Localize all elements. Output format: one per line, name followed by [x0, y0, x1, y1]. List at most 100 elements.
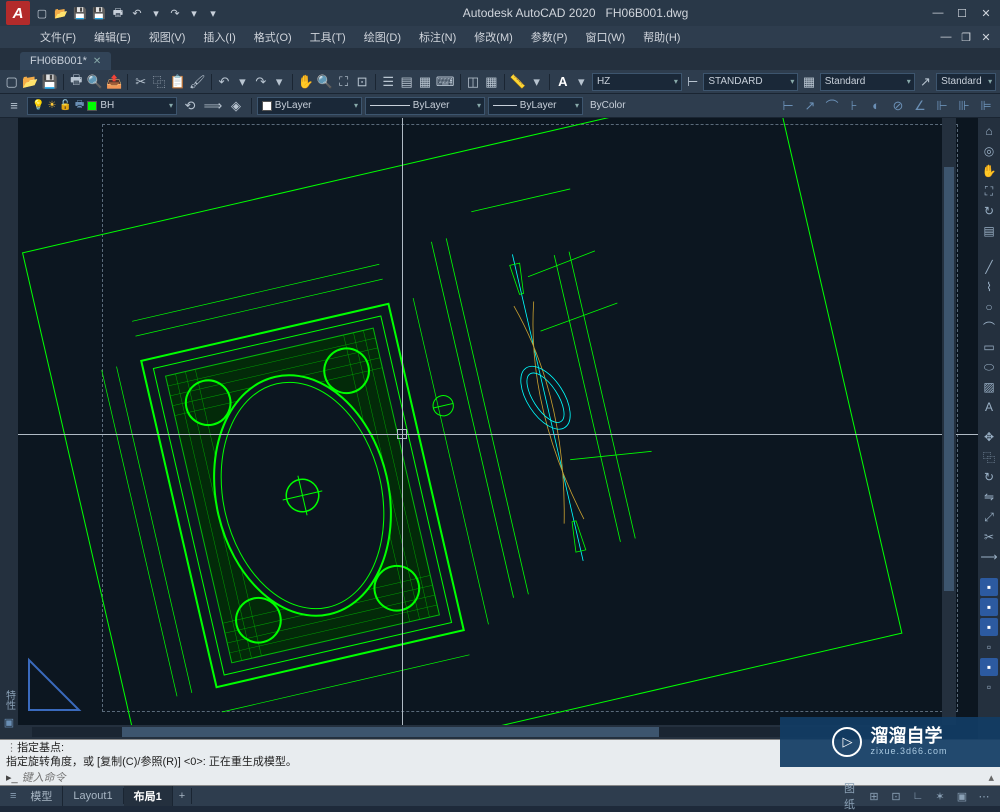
- menu-parametric[interactable]: 参数(P): [523, 27, 576, 47]
- dim-angular-icon[interactable]: ∠: [910, 97, 930, 115]
- table-style-dropdown[interactable]: Standard: [820, 73, 915, 91]
- dim-baseline-icon[interactable]: ⊪: [954, 97, 974, 115]
- menu-file[interactable]: 文件(F): [32, 27, 84, 47]
- layer-match-icon[interactable]: ⟹: [203, 96, 223, 116]
- tool-palette-icon[interactable]: ▦: [417, 72, 432, 92]
- trim-icon[interactable]: ✂: [980, 528, 998, 546]
- zoom-extents-icon[interactable]: ⛶: [980, 182, 998, 200]
- open-icon[interactable]: 📂: [53, 5, 69, 21]
- grid-icon[interactable]: ⊞: [866, 788, 882, 804]
- undo-icon[interactable]: ↶: [216, 72, 231, 92]
- print-icon[interactable]: 🖶: [110, 5, 126, 21]
- scrollbar-thumb[interactable]: [122, 727, 660, 737]
- steering-wheel-icon[interactable]: ◎: [980, 142, 998, 160]
- layer-manager-icon[interactable]: ≡: [4, 96, 24, 116]
- block-icon[interactable]: ◫: [465, 72, 480, 92]
- osnap-icon[interactable]: ▣: [954, 788, 970, 804]
- layout-tab-model[interactable]: 模型: [20, 786, 63, 806]
- matchprop-icon[interactable]: 🖌: [189, 72, 206, 92]
- color-dropdown[interactable]: ByLayer: [257, 97, 362, 115]
- showmotion-icon[interactable]: ▤: [980, 222, 998, 240]
- menu-edit[interactable]: 编辑(E): [86, 27, 139, 47]
- measure-icon[interactable]: 📏: [510, 72, 526, 92]
- home-icon[interactable]: ⌂: [980, 122, 998, 140]
- saveas-icon[interactable]: 💾: [91, 5, 107, 21]
- tool5-icon[interactable]: ▪: [980, 658, 998, 676]
- pan-icon[interactable]: ✋: [298, 72, 314, 92]
- qat-dropdown-icon[interactable]: ▾: [205, 5, 221, 21]
- extend-icon[interactable]: ⟶: [980, 548, 998, 566]
- publish-icon[interactable]: 📤: [106, 72, 122, 92]
- document-tab[interactable]: FH06B001* ✕: [20, 52, 111, 70]
- scale-icon[interactable]: ⤢: [980, 508, 998, 526]
- dimension-icon[interactable]: ⊢: [685, 72, 700, 92]
- tool2-icon[interactable]: ▪: [980, 598, 998, 616]
- menu-window[interactable]: 窗口(W): [577, 27, 633, 47]
- zoom-icon[interactable]: 🔍: [317, 72, 333, 92]
- dim-continue-icon[interactable]: ⊫: [976, 97, 996, 115]
- menu-tools[interactable]: 工具(T): [302, 27, 354, 47]
- menu-format[interactable]: 格式(O): [246, 27, 300, 47]
- preview-icon[interactable]: 🔍: [87, 72, 103, 92]
- grip-icon[interactable]: ⋮⋮: [6, 741, 14, 755]
- paste-icon[interactable]: 📋: [170, 72, 186, 92]
- cut-icon[interactable]: ✂: [133, 72, 148, 92]
- menu-help[interactable]: 帮助(H): [635, 27, 688, 47]
- line-icon[interactable]: ╱: [980, 258, 998, 276]
- print-icon[interactable]: 🖶: [69, 72, 84, 92]
- mleader-style-dropdown[interactable]: Standard: [936, 73, 996, 91]
- arc-icon[interactable]: ⌒: [980, 318, 998, 336]
- close-button[interactable]: ✕: [978, 5, 994, 21]
- doc-restore-button[interactable]: ❐: [958, 29, 974, 45]
- drawing-canvas[interactable]: [18, 118, 978, 739]
- minimize-button[interactable]: —: [930, 5, 946, 21]
- circle-icon[interactable]: ○: [980, 298, 998, 316]
- layer-previous-icon[interactable]: ⟲: [180, 96, 200, 116]
- close-icon[interactable]: ✕: [93, 56, 101, 67]
- vertical-scrollbar[interactable]: [942, 118, 956, 725]
- dim-arc-icon[interactable]: ⌒: [822, 97, 842, 115]
- chevron-down-icon[interactable]: ▾: [529, 72, 544, 92]
- ortho-icon[interactable]: ∟: [910, 788, 926, 804]
- new-icon[interactable]: ▢: [4, 72, 19, 92]
- text-style-dropdown[interactable]: HZ: [592, 73, 682, 91]
- tool6-icon[interactable]: ▫: [980, 678, 998, 696]
- tool3-icon[interactable]: ▪: [980, 618, 998, 636]
- calc-icon[interactable]: ⌨: [436, 72, 455, 92]
- rotate-icon[interactable]: ↻: [980, 468, 998, 486]
- table-icon[interactable]: ▦: [484, 72, 499, 92]
- sheet-icon[interactable]: ▤: [399, 72, 414, 92]
- chevron-down-icon[interactable]: ▾: [148, 5, 164, 21]
- pan-icon[interactable]: ✋: [980, 162, 998, 180]
- dim-aligned-icon[interactable]: ↗: [800, 97, 820, 115]
- dim-linear-icon[interactable]: ⊢: [778, 97, 798, 115]
- layout-tab-active[interactable]: 布局1: [124, 786, 173, 806]
- tool1-icon[interactable]: ▪: [980, 578, 998, 596]
- copy-icon[interactable]: ⿻: [980, 448, 998, 466]
- open-icon[interactable]: 📂: [22, 72, 38, 92]
- tabs-menu-icon[interactable]: ≡: [6, 790, 20, 802]
- redo-icon[interactable]: ↷: [167, 5, 183, 21]
- snap-icon[interactable]: ⊡: [888, 788, 904, 804]
- menu-draw[interactable]: 绘图(D): [356, 27, 409, 47]
- menu-insert[interactable]: 插入(I): [195, 27, 243, 47]
- ellipse-icon[interactable]: ⬭: [980, 358, 998, 376]
- redo-icon[interactable]: ↷: [253, 72, 268, 92]
- zoom-window-icon[interactable]: ⛶: [336, 72, 351, 92]
- scrollbar-thumb[interactable]: [944, 167, 954, 592]
- text-icon[interactable]: A: [980, 398, 998, 416]
- mleader-icon[interactable]: ↗: [918, 72, 933, 92]
- dim-quick-icon[interactable]: ⊩: [932, 97, 952, 115]
- menu-dimension[interactable]: 标注(N): [411, 27, 464, 47]
- properties-palette-tab[interactable]: 特性 ▣: [0, 118, 18, 739]
- zoom-extents-icon[interactable]: ⊡: [354, 72, 369, 92]
- app-logo[interactable]: A: [6, 1, 30, 25]
- undo-icon[interactable]: ↶: [129, 5, 145, 21]
- maximize-button[interactable]: ☐: [954, 5, 970, 21]
- command-input[interactable]: [22, 772, 985, 784]
- dim-radius-icon[interactable]: ◐: [866, 97, 886, 115]
- move-icon[interactable]: ✥: [980, 428, 998, 446]
- chevron-down-icon[interactable]: ▾: [186, 5, 202, 21]
- layout-tab-layout1[interactable]: Layout1: [63, 788, 123, 804]
- doc-minimize-button[interactable]: —: [938, 29, 954, 45]
